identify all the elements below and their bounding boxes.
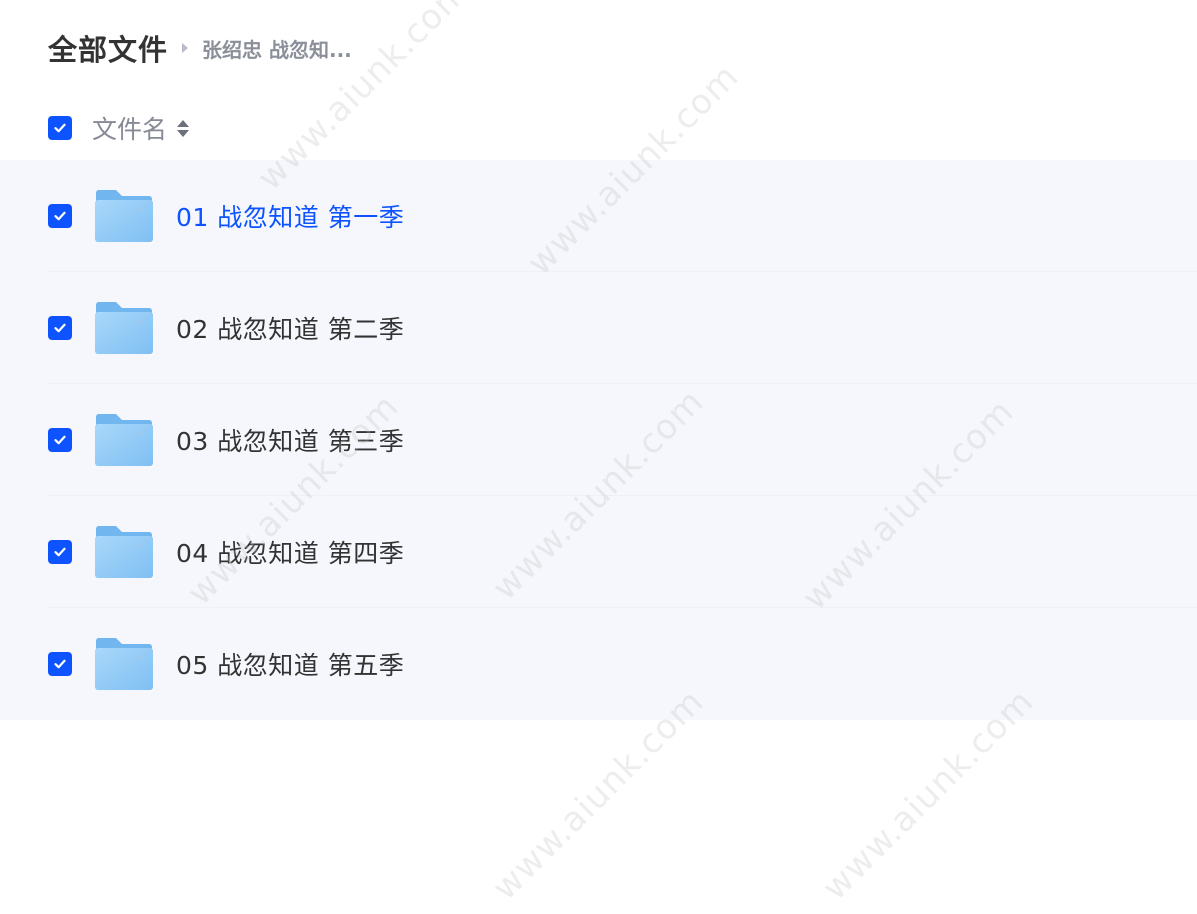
sort-icon[interactable] [177,119,190,137]
checkmark-icon [54,323,66,333]
file-browser: 全部文件 张绍忠 战忽知... 文件名 01 战忽知道 第一季 02 战忽知道 … [0,0,1197,914]
list-header: 文件名 [48,108,1197,148]
folder-icon [95,638,153,690]
row-checkbox[interactable] [48,428,72,452]
folder-icon [95,190,153,242]
file-name[interactable]: 04 战忽知道 第四季 [176,534,404,570]
folder-icon [95,526,153,578]
file-name[interactable]: 01 战忽知道 第一季 [176,198,404,234]
row-checkbox[interactable] [48,204,72,228]
list-item[interactable]: 03 战忽知道 第三季 [0,384,1197,496]
folder-icon [95,414,153,466]
row-checkbox[interactable] [48,540,72,564]
list-item[interactable]: 04 战忽知道 第四季 [0,496,1197,608]
file-name[interactable]: 02 战忽知道 第二季 [176,310,404,346]
row-checkbox[interactable] [48,652,72,676]
list-item[interactable]: 02 战忽知道 第二季 [0,272,1197,384]
breadcrumb: 全部文件 张绍忠 战忽知... [48,28,352,68]
select-all-checkbox[interactable] [48,116,72,140]
checkmark-icon [54,547,66,557]
breadcrumb-current: 张绍忠 战忽知... [202,37,352,62]
file-list: 01 战忽知道 第一季 02 战忽知道 第二季 03 战忽知道 第三季 04 战… [0,160,1197,720]
breadcrumb-root[interactable]: 全部文件 [48,27,168,69]
checkmark-icon [54,659,66,669]
list-item[interactable]: 05 战忽知道 第五季 [0,608,1197,720]
checkmark-icon [54,435,66,445]
folder-icon [95,302,153,354]
row-checkbox[interactable] [48,316,72,340]
column-header-filename[interactable]: 文件名 [92,110,167,146]
checkmark-icon [54,123,66,133]
file-name[interactable]: 03 战忽知道 第三季 [176,422,404,458]
checkmark-icon [54,211,66,221]
list-item[interactable]: 01 战忽知道 第一季 [0,160,1197,272]
caret-right-icon [182,43,189,53]
file-name[interactable]: 05 战忽知道 第五季 [176,646,404,682]
